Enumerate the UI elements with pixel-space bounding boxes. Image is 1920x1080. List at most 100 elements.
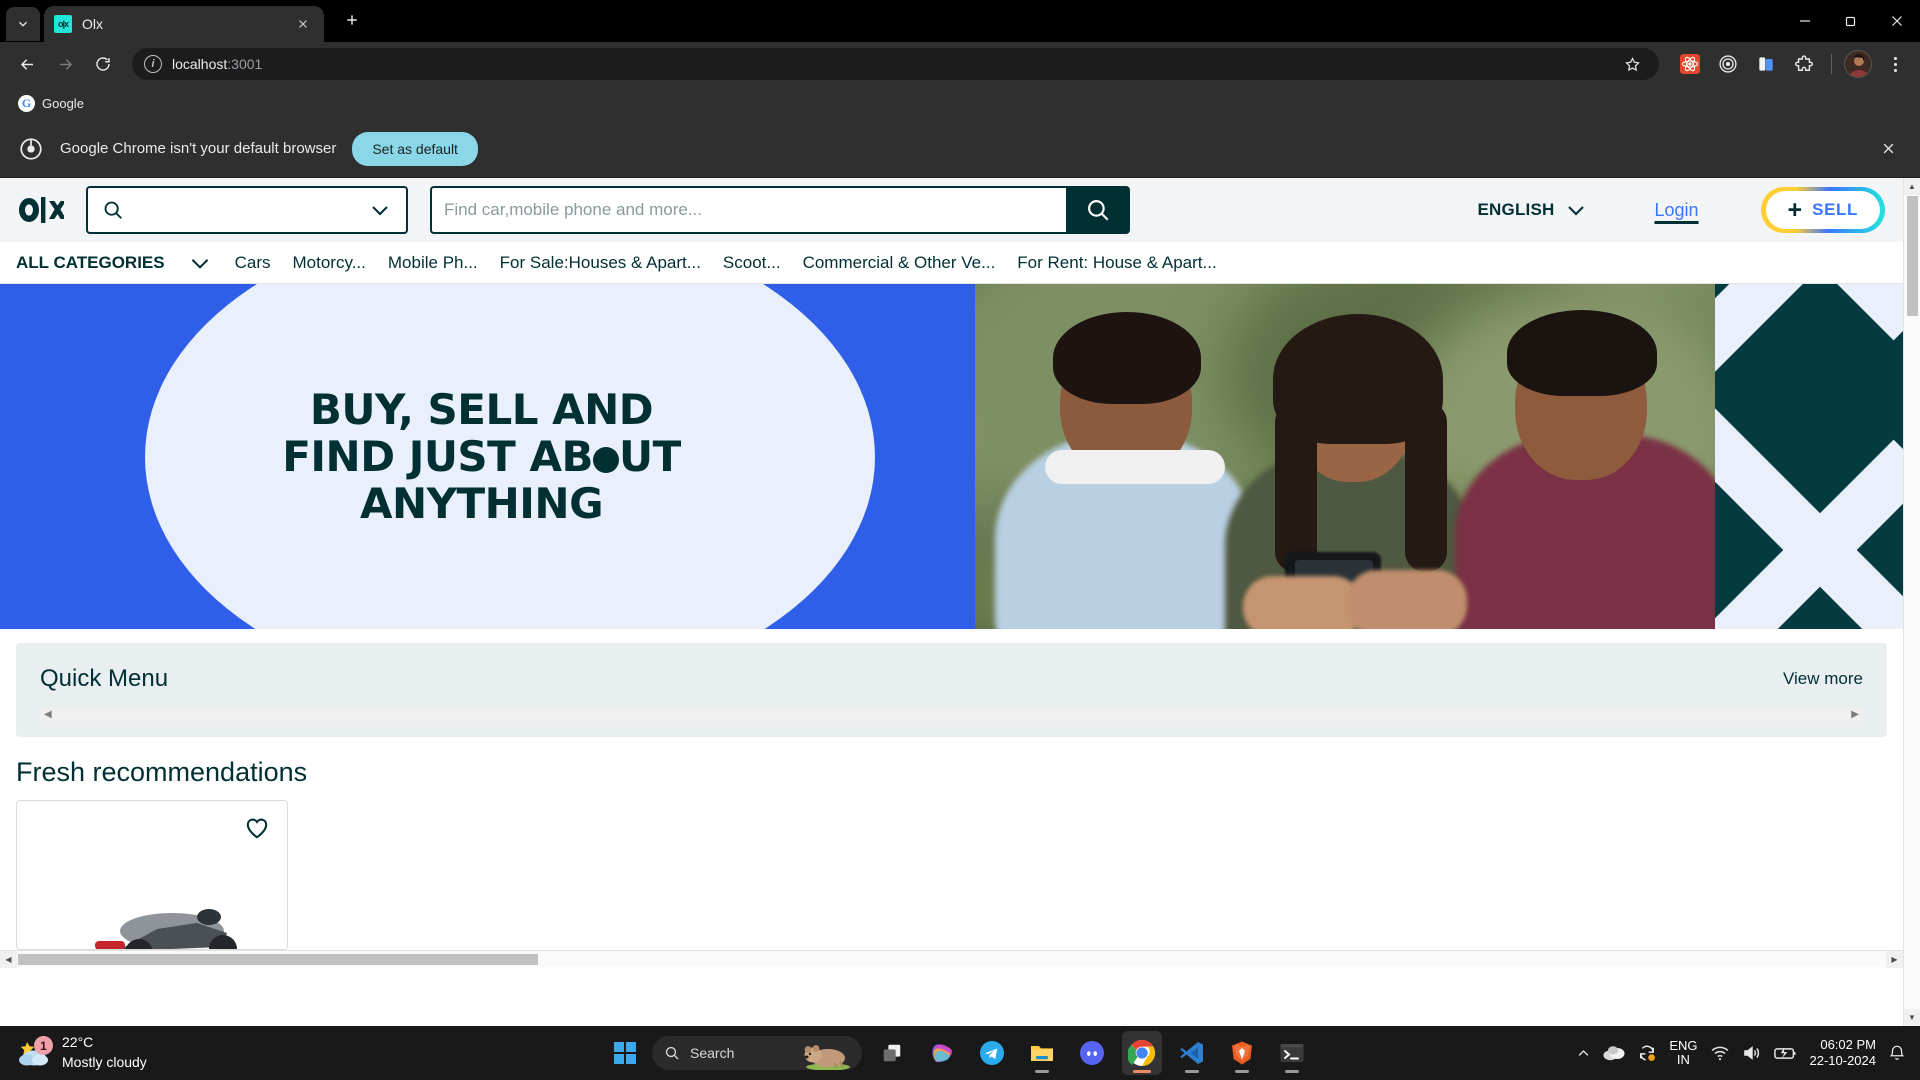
login-link[interactable]: Login bbox=[1654, 200, 1698, 221]
start-button-icon[interactable] bbox=[608, 1036, 642, 1070]
chrome-logo-icon bbox=[18, 136, 44, 162]
react-devtools-icon[interactable] bbox=[1675, 49, 1705, 79]
taskbar-app-telegram[interactable] bbox=[972, 1031, 1012, 1075]
search-icon bbox=[102, 199, 124, 221]
profile-avatar[interactable] bbox=[1844, 50, 1872, 78]
search-submit-button[interactable] bbox=[1066, 186, 1130, 234]
sell-button[interactable]: + SELL bbox=[1760, 187, 1885, 233]
new-tab-button[interactable] bbox=[338, 6, 366, 34]
toolbar-divider bbox=[1831, 54, 1832, 74]
page-horizontal-scrollbar[interactable]: ◀ ▶ bbox=[0, 950, 1903, 968]
all-categories-label[interactable]: ALL CATEGORIES bbox=[16, 253, 165, 273]
maximize-button[interactable] bbox=[1828, 0, 1874, 42]
close-window-button[interactable] bbox=[1874, 0, 1920, 42]
hero-banner[interactable]: BUY, SELL AND FIND JUST AB UT ANYTHING bbox=[0, 284, 1903, 629]
olx-logo-icon[interactable] bbox=[18, 193, 64, 227]
close-icon[interactable] bbox=[292, 13, 314, 35]
main-search bbox=[430, 186, 1130, 234]
hero-line-3: ANYTHING bbox=[359, 479, 604, 529]
weather-condition: Mostly cloudy bbox=[62, 1054, 147, 1070]
hero-dot-o bbox=[592, 446, 619, 473]
clock[interactable]: 06:02 PM 22-10-2024 bbox=[1810, 1037, 1877, 1070]
browser-tab-olx[interactable]: o|x Olx bbox=[44, 6, 324, 42]
notification-bell-icon[interactable] bbox=[1888, 1044, 1906, 1062]
tab-title: Olx bbox=[82, 16, 103, 32]
category-item-mobile-phones[interactable]: Mobile Ph... bbox=[388, 253, 478, 273]
category-item-houses-for-rent[interactable]: For Rent: House & Apart... bbox=[1017, 253, 1216, 273]
browser-menu-icon[interactable] bbox=[1880, 49, 1910, 79]
site-info-icon[interactable]: i bbox=[144, 55, 162, 73]
tray-chevron-up-icon[interactable] bbox=[1576, 1046, 1591, 1061]
infobar-close-icon[interactable] bbox=[1874, 135, 1902, 163]
category-bar: ALL CATEGORIES Cars Motorcy... Mobile Ph… bbox=[0, 242, 1903, 284]
taskbar-app-discord[interactable] bbox=[1072, 1031, 1112, 1075]
taskbar-search-placeholder: Search bbox=[690, 1045, 735, 1061]
hero-text-panel: BUY, SELL AND FIND JUST AB UT ANYTHING bbox=[0, 284, 975, 629]
extensions-icon[interactable] bbox=[1789, 49, 1819, 79]
page-vertical-scrollbar[interactable]: ▲ ▼ bbox=[1903, 178, 1920, 1026]
hero-photo bbox=[975, 284, 1715, 629]
category-item-houses-for-sale[interactable]: For Sale:Houses & Apart... bbox=[500, 253, 701, 273]
wifi-icon[interactable] bbox=[1710, 1044, 1730, 1062]
weather-temperature: 22°C bbox=[62, 1034, 94, 1050]
search-input[interactable] bbox=[430, 186, 1066, 234]
search-icon bbox=[664, 1045, 680, 1061]
scroll-left-icon[interactable]: ◀ bbox=[44, 709, 52, 720]
category-item-scooters[interactable]: Scoot... bbox=[723, 253, 781, 273]
language-selector[interactable]: ENGLISH bbox=[1478, 198, 1589, 222]
category-item-motorcycles[interactable]: Motorcy... bbox=[293, 253, 366, 273]
forward-icon[interactable] bbox=[48, 47, 82, 81]
address-bar[interactable]: i localhost:3001 bbox=[132, 48, 1659, 80]
weather-widget[interactable]: 1 22°C Mostly cloudy bbox=[8, 1029, 157, 1077]
battery-icon[interactable] bbox=[1773, 1045, 1798, 1061]
browser-window: o|x Olx i localhost:3001 G Google Google… bbox=[0, 0, 1920, 1080]
site-header: ENGLISH Login + SELL bbox=[0, 178, 1903, 242]
taskbar-app-copilot[interactable] bbox=[922, 1031, 962, 1075]
sell-label: SELL bbox=[1812, 200, 1858, 219]
taskbar-app-terminal[interactable] bbox=[1272, 1031, 1312, 1075]
category-item-cars[interactable]: Cars bbox=[235, 253, 271, 273]
quick-menu-view-more-link[interactable]: View more bbox=[1783, 669, 1863, 689]
system-tray: ENG IN 06:02 PM 22-10-2024 bbox=[1576, 1037, 1912, 1070]
set-as-default-button[interactable]: Set as default bbox=[352, 131, 478, 166]
listing-card[interactable] bbox=[16, 800, 288, 950]
tab-search-chevron-icon[interactable] bbox=[6, 7, 40, 41]
onedrive-icon[interactable] bbox=[1603, 1045, 1625, 1061]
page-viewport: ENGLISH Login + SELL ALL CATEGORIES bbox=[0, 178, 1920, 1026]
hero-chevron-pattern bbox=[1715, 284, 1903, 629]
clock-date: 22-10-2024 bbox=[1809, 1053, 1877, 1068]
scroll-down-icon[interactable]: ▼ bbox=[1903, 1009, 1920, 1026]
favorite-heart-icon[interactable] bbox=[243, 815, 271, 841]
scroll-up-icon[interactable]: ▲ bbox=[1903, 178, 1920, 195]
chevron-down-icon[interactable] bbox=[368, 198, 392, 222]
taskbar-app-brave[interactable] bbox=[1222, 1031, 1262, 1075]
target-icon[interactable] bbox=[1713, 49, 1743, 79]
notification-badge: 1 bbox=[34, 1036, 53, 1055]
language-indicator[interactable]: ENG IN bbox=[1669, 1038, 1697, 1068]
location-search-box[interactable] bbox=[86, 186, 408, 234]
card-icon[interactable] bbox=[1751, 49, 1781, 79]
scroll-left-icon[interactable]: ◀ bbox=[0, 950, 17, 968]
windows-update-icon[interactable] bbox=[1637, 1043, 1657, 1063]
volume-icon[interactable] bbox=[1742, 1044, 1762, 1062]
category-item-commercial-vehicles[interactable]: Commercial & Other Ve... bbox=[803, 253, 996, 273]
wombat-icon bbox=[804, 1045, 850, 1070]
chevron-down-icon[interactable] bbox=[187, 250, 213, 276]
taskbar-app-chrome[interactable] bbox=[1122, 1031, 1162, 1075]
scroll-right-icon[interactable]: ▶ bbox=[1886, 950, 1903, 968]
taskbar-app-file-explorer[interactable] bbox=[1022, 1031, 1062, 1075]
taskbar-search-box[interactable]: Search bbox=[652, 1036, 862, 1070]
bookmark-star-icon[interactable] bbox=[1617, 49, 1647, 79]
reload-icon[interactable] bbox=[86, 47, 120, 81]
task-view-icon[interactable] bbox=[872, 1031, 912, 1075]
bookmark-google[interactable]: G Google bbox=[10, 92, 92, 115]
hero-headline: BUY, SELL AND FIND JUST AB UT ANYTHING bbox=[282, 386, 681, 527]
scroll-right-icon[interactable]: ▶ bbox=[1851, 709, 1859, 720]
fresh-recommendations-section: Fresh recommendations bbox=[0, 737, 1903, 950]
quick-menu-scrollbar[interactable]: ◀ ▶ bbox=[40, 707, 1863, 721]
minimize-button[interactable] bbox=[1782, 0, 1828, 42]
window-controls bbox=[1782, 0, 1920, 42]
taskbar-app-vscode[interactable] bbox=[1172, 1031, 1212, 1075]
bookmarks-bar: G Google bbox=[0, 86, 1920, 120]
back-icon[interactable] bbox=[10, 47, 44, 81]
